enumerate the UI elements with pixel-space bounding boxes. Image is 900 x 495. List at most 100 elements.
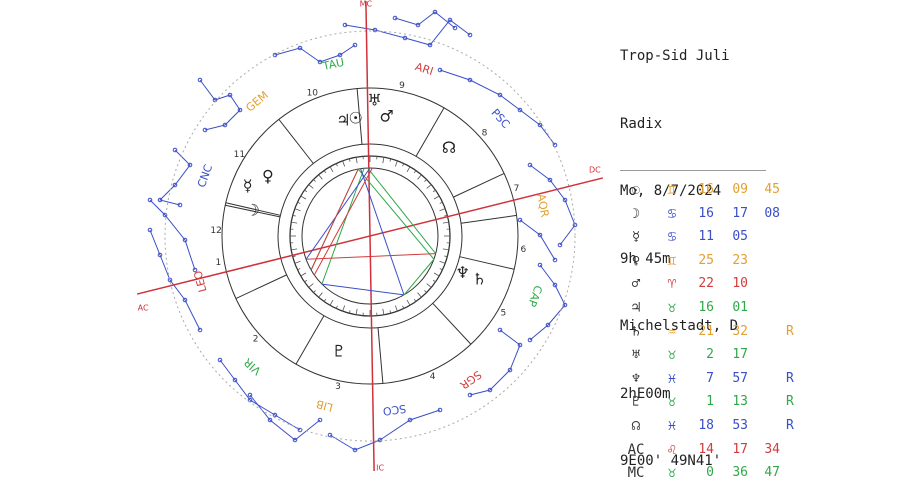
degree-tick: [313, 179, 315, 181]
sign-glyph: ♋: [660, 229, 684, 245]
degree-value: 18: [690, 418, 714, 433]
minute-value: 17: [724, 347, 748, 362]
sign-glyph: ♈: [660, 276, 684, 292]
venus-icon: ♀: [262, 167, 274, 186]
degree-tick: [395, 306, 397, 312]
degree-value: 16: [690, 182, 714, 197]
second-value: 45: [756, 182, 780, 197]
position-row: ♀♊2523: [620, 251, 900, 275]
constellation-figure: [345, 20, 470, 45]
planet-glyph: ♃: [624, 300, 648, 316]
degree-tick: [313, 290, 315, 292]
position-row: ♅♉217: [620, 345, 900, 369]
sign-glyph: ♊: [660, 182, 684, 198]
degree-tick: [383, 309, 384, 315]
house-number: 7: [514, 184, 520, 194]
house-cusp: [378, 328, 383, 384]
degree-tick: [414, 299, 416, 301]
minute-value: 09: [724, 182, 748, 197]
planet-glyph: ♆: [624, 371, 648, 387]
retrograde-flag: R: [786, 324, 800, 339]
degree-tick: [291, 249, 297, 250]
degree-tick: [434, 196, 439, 199]
house-cusp: [453, 173, 504, 197]
constellation-label: SGR: [457, 368, 484, 392]
degree-value: 16: [690, 206, 714, 221]
degree-tick: [418, 293, 422, 298]
position-row: ♃♉1601: [620, 298, 900, 322]
ac-label: AC: [138, 304, 149, 313]
degree-tick: [433, 280, 435, 282]
constellation-figure: [200, 80, 240, 130]
degree-tick: [309, 185, 314, 189]
sign-glyph: ♓: [660, 371, 684, 387]
neptune-icon: ♆: [456, 263, 470, 282]
degree-tick: [424, 290, 426, 292]
degree-tick: [427, 185, 432, 189]
house-cusp: [279, 119, 313, 163]
planet-glyph: ☽: [624, 206, 648, 222]
retrograde-flag: R: [786, 418, 800, 433]
position-row: ♄♒2132R: [620, 322, 900, 346]
constellation-label: GEM: [243, 89, 270, 115]
degree-tick: [295, 209, 301, 211]
planet-glyph: AC: [624, 442, 648, 458]
planet-glyph: MC: [624, 465, 648, 481]
position-row: ☿♋1105: [620, 227, 900, 251]
second-value: 34: [756, 442, 780, 457]
planet-glyph: ♂: [624, 276, 648, 292]
house-cusp: [433, 303, 471, 344]
degree-tick: [343, 306, 345, 312]
degree-tick: [356, 157, 357, 163]
house-number: 1: [215, 258, 221, 268]
degree-value: 0: [690, 465, 714, 480]
house-number: 2: [253, 335, 259, 345]
second-value: 08: [756, 206, 780, 221]
constellation-figure: [160, 150, 190, 205]
uranus-icon: ♅: [368, 91, 382, 110]
degree-value: 22: [690, 276, 714, 291]
degree-tick: [301, 196, 306, 199]
degree-value: 16: [690, 300, 714, 315]
sign-glyph: ♉: [660, 465, 684, 481]
degree-tick: [356, 309, 357, 315]
saturn-icon: ♄: [472, 270, 486, 289]
degree-tick: [418, 175, 422, 180]
second-value: 47: [756, 465, 780, 480]
planet-glyph: ♇: [624, 394, 648, 410]
minute-value: 57: [724, 371, 748, 386]
sign-glyph: ♉: [660, 394, 684, 410]
constellation-label: CAP: [525, 284, 545, 309]
house-number: 8: [482, 128, 488, 138]
system-label: Trop-Sid Juli: [620, 45, 738, 68]
degree-tick: [304, 280, 306, 282]
degree-tick: [343, 161, 345, 167]
minute-value: 01: [724, 300, 748, 315]
divider: [620, 170, 766, 171]
constellation-figure: [250, 395, 320, 440]
node-icon: ☊: [442, 138, 456, 157]
degree-tick: [395, 161, 397, 167]
house-cusp: [296, 316, 324, 364]
house-number: 4: [430, 372, 436, 382]
retrograde-flag: R: [786, 371, 800, 386]
degree-tick: [301, 273, 306, 276]
house-cusp: [416, 108, 444, 156]
ic-label: IC: [376, 464, 384, 473]
minute-value: 10: [724, 276, 748, 291]
degree-tick: [330, 300, 333, 305]
degree-tick: [434, 273, 439, 276]
jupiter-icon: ♃: [336, 111, 350, 130]
positions-table: ☉♊160945☽♋161708☿♋1105♀♊2523♂♈2210♃♉1601…: [620, 180, 900, 487]
position-row: ☊♓1853R: [620, 416, 900, 440]
degree-value: 1: [690, 394, 714, 409]
house-number: 3: [335, 382, 341, 392]
sign-glyph: ♉: [660, 347, 684, 363]
degree-tick: [427, 284, 432, 288]
constellation-label: AQR: [534, 193, 551, 219]
planet-glyph: ☉: [624, 182, 648, 198]
house-number: 6: [521, 245, 527, 255]
degree-tick: [291, 222, 297, 223]
sign-glyph: ♋: [660, 206, 684, 222]
degree-tick: [424, 179, 426, 181]
